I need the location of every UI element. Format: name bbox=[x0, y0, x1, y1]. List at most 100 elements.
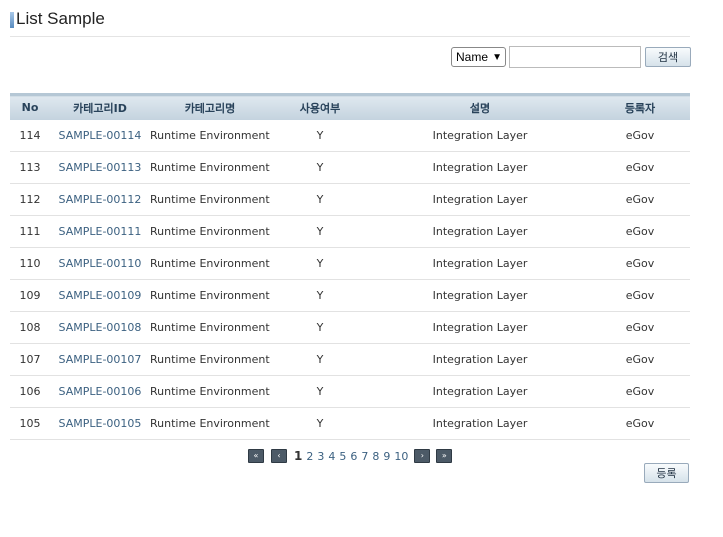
category-id-link[interactable]: SAMPLE-00110 bbox=[50, 248, 150, 280]
description: Integration Layer bbox=[432, 225, 528, 238]
category-id-link[interactable]: SAMPLE-00113 bbox=[50, 152, 150, 184]
category-id-link[interactable]: SAMPLE-00111 bbox=[50, 216, 150, 248]
description: Integration Layer bbox=[432, 193, 528, 206]
page-link[interactable]: 4 bbox=[328, 450, 335, 463]
table-row: 107 SAMPLE-00107 Runtime Environment Y Integ… bbox=[10, 344, 690, 376]
page-link[interactable]: 6 bbox=[350, 450, 357, 463]
description: Integration Layer bbox=[432, 321, 528, 334]
registrant: eGov bbox=[625, 128, 655, 142]
category-id-link[interactable]: SAMPLE-00106 bbox=[50, 376, 150, 408]
category-name: Runtime Environment bbox=[150, 225, 270, 238]
category-id-link[interactable]: SAMPLE-00105 bbox=[50, 408, 150, 440]
double-chevron-left-icon[interactable]: « bbox=[248, 449, 264, 463]
category-id-link[interactable]: SAMPLE-00114 bbox=[50, 120, 150, 152]
category-id-link[interactable]: SAMPLE-00107 bbox=[50, 344, 150, 376]
table-row: 105 SAMPLE-00105 Runtime Environment Y Integ… bbox=[10, 408, 690, 440]
search-condition-value: Name bbox=[456, 50, 489, 64]
use-flag: Y bbox=[316, 289, 324, 302]
search-keyword-input[interactable] bbox=[509, 46, 641, 68]
use-flag: Y bbox=[316, 193, 324, 206]
category-table: No 카테고리ID 카테고리명 사용여부 설명 등록자 114 SAMPLE-00114 Ru… bbox=[10, 93, 690, 440]
title-divider bbox=[10, 36, 690, 37]
chevron-down-icon: ▼ bbox=[492, 51, 502, 63]
column-header: 카테고리ID bbox=[50, 93, 150, 120]
category-name: Runtime Environment bbox=[150, 385, 270, 398]
registrant: eGov bbox=[625, 289, 655, 302]
table-row: 109 SAMPLE-00109 Runtime Environment Y Integ… bbox=[10, 280, 690, 312]
row-number: 109 bbox=[19, 289, 41, 302]
registrant: eGov bbox=[625, 225, 655, 238]
page-title: List Sample bbox=[16, 9, 105, 28]
double-chevron-right-icon[interactable]: » bbox=[436, 449, 453, 463]
use-flag: Y bbox=[316, 257, 324, 270]
row-number: 107 bbox=[19, 353, 41, 366]
row-number: 112 bbox=[19, 193, 41, 206]
registrant: eGov bbox=[625, 161, 655, 174]
category-name: Runtime Environment bbox=[150, 289, 270, 302]
column-header: 설명 bbox=[370, 93, 590, 120]
table-row: 108 SAMPLE-00108 Runtime Environment Y Integ… bbox=[10, 312, 690, 344]
row-number: 114 bbox=[19, 128, 41, 142]
register-button[interactable]: 등록 bbox=[644, 463, 689, 483]
table-row: 106 SAMPLE-00106 Runtime Environment Y Integ… bbox=[10, 376, 690, 408]
row-number: 113 bbox=[19, 161, 41, 174]
chevron-left-icon[interactable]: ‹ bbox=[271, 449, 287, 463]
registrant: eGov bbox=[625, 385, 655, 398]
row-number: 110 bbox=[19, 257, 41, 270]
table-row: 112 SAMPLE-00112 Runtime Environment Y Integ… bbox=[10, 184, 690, 216]
use-flag: Y bbox=[316, 353, 324, 366]
search-bar: Name ▼ 검색 bbox=[451, 46, 691, 68]
search-condition-select[interactable]: Name ▼ bbox=[451, 47, 506, 67]
page-link[interactable]: 9 bbox=[383, 450, 390, 463]
category-id-link[interactable]: SAMPLE-00109 bbox=[50, 280, 150, 312]
page-link[interactable]: 7 bbox=[361, 450, 368, 463]
category-name: Runtime Environment bbox=[150, 257, 270, 270]
page-link[interactable]: 8 bbox=[372, 450, 379, 463]
registrant: eGov bbox=[625, 353, 655, 366]
category-id-link[interactable]: SAMPLE-00112 bbox=[50, 184, 150, 216]
page-link[interactable]: 5 bbox=[339, 450, 346, 463]
column-header: 사용여부 bbox=[270, 93, 370, 120]
row-number: 111 bbox=[19, 225, 41, 238]
page-link[interactable]: 2 bbox=[306, 450, 313, 463]
row-number: 105 bbox=[19, 417, 41, 430]
page-numbers: 1 2 3 4 5 6 7 8 9 10 bbox=[292, 449, 410, 463]
use-flag: Y bbox=[316, 128, 324, 142]
row-number: 108 bbox=[19, 321, 41, 334]
description: Integration Layer bbox=[432, 385, 528, 398]
registrant: eGov bbox=[625, 417, 655, 430]
category-name: Runtime Environment bbox=[150, 193, 270, 206]
table-row: 113 SAMPLE-00113 Runtime Environment Y Integ… bbox=[10, 152, 690, 184]
use-flag: Y bbox=[316, 161, 324, 174]
row-number: 106 bbox=[19, 385, 41, 398]
use-flag: Y bbox=[316, 385, 324, 398]
description: Integration Layer bbox=[432, 161, 528, 174]
column-header: 카테고리명 bbox=[150, 93, 270, 120]
table-row: 111 SAMPLE-00111 Runtime Environment Y Integ… bbox=[10, 216, 690, 248]
registrant: eGov bbox=[625, 321, 655, 334]
column-header: 등록자 bbox=[590, 93, 690, 120]
category-name: Runtime Environment bbox=[150, 128, 270, 142]
page-link[interactable]: 10 bbox=[394, 450, 408, 463]
page-link[interactable]: 1 bbox=[294, 449, 302, 463]
table-row: 110 SAMPLE-00110 Runtime Environment Y Integ… bbox=[10, 248, 690, 280]
chevron-right-icon[interactable]: › bbox=[414, 449, 431, 463]
description: Integration Layer bbox=[432, 289, 528, 302]
column-header: No bbox=[10, 93, 50, 120]
category-name: Runtime Environment bbox=[150, 417, 270, 430]
use-flag: Y bbox=[316, 417, 324, 430]
table-header-row: No 카테고리ID 카테고리명 사용여부 설명 등록자 bbox=[10, 93, 690, 120]
description: Integration Layer bbox=[432, 417, 528, 430]
category-name: Runtime Environment bbox=[150, 161, 270, 174]
category-name: Runtime Environment bbox=[150, 353, 270, 366]
description: Integration Layer bbox=[432, 128, 528, 142]
registrant: eGov bbox=[625, 257, 655, 270]
category-id-link[interactable]: SAMPLE-00108 bbox=[50, 312, 150, 344]
use-flag: Y bbox=[316, 225, 324, 238]
search-button[interactable]: 검색 bbox=[645, 47, 691, 67]
table-body: 114 SAMPLE-00114 Runtime Environment Y Integ… bbox=[10, 120, 690, 440]
page-header: List Sample bbox=[10, 8, 105, 30]
pagination: « ‹ 1 2 3 4 5 6 7 8 9 10 › » bbox=[248, 449, 453, 463]
page-link[interactable]: 3 bbox=[317, 450, 324, 463]
title-marker-icon bbox=[10, 12, 14, 28]
